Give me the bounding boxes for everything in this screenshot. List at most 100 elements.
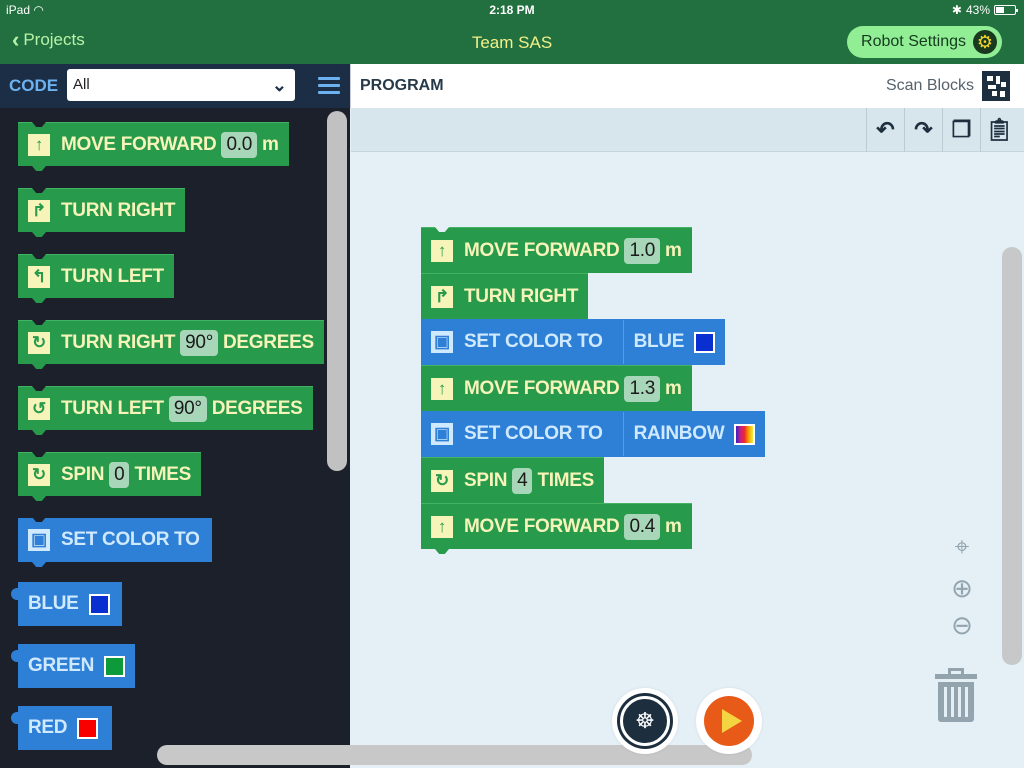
- palette-block-turn-left[interactable]: ↰ TURN LEFT: [18, 254, 174, 303]
- paint-bucket-icon: ▣: [431, 423, 453, 445]
- canvas-vertical-scrollbar[interactable]: [1002, 247, 1022, 665]
- program-block-spin[interactable]: ↻ SPIN 4 TIMES: [421, 457, 604, 503]
- undo-button[interactable]: ↶: [866, 108, 904, 152]
- spin-icon: ↻: [28, 463, 50, 486]
- block-label: SET COLOR TO: [464, 423, 603, 444]
- block-label: SPIN: [61, 463, 105, 485]
- paste-button[interactable]: 📋︎: [980, 108, 1018, 152]
- chevron-down-icon: ⌄: [271, 75, 287, 95]
- copy-button[interactable]: ❐: [942, 108, 980, 152]
- color-swatch-blue: [694, 331, 716, 353]
- zoom-out-button[interactable]: ⊖: [945, 610, 979, 641]
- sidebar-header: CODE All ⌄: [0, 64, 350, 108]
- status-time: 2:18 PM: [489, 3, 535, 17]
- unit-label: m: [664, 239, 682, 261]
- zoom-in-icon: ⊕: [951, 573, 973, 603]
- gear-icon: ⚙: [973, 30, 997, 54]
- arrow-up-icon: ↑: [431, 239, 453, 262]
- category-filter-select[interactable]: All ⌄: [67, 69, 295, 101]
- zoom-in-button[interactable]: ⊕: [945, 573, 979, 604]
- program-block-move-forward[interactable]: ↑ MOVE FORWARD 1.3 m: [421, 365, 692, 411]
- block-label: MOVE FORWARD: [464, 515, 620, 537]
- palette-block-blue[interactable]: BLUE: [11, 582, 122, 626]
- distance-field[interactable]: 0.0: [221, 131, 257, 158]
- color-swatch-red: [77, 717, 99, 739]
- battery-percent: 43%: [965, 3, 990, 17]
- unit-label: m: [664, 515, 682, 537]
- block-label: TURN RIGHT: [61, 199, 176, 221]
- arrow-up-icon: ↑: [431, 515, 453, 538]
- code-palette-sidebar: CODE All ⌄ ↑ MOVE FORWARD 0.0 m ↱ TURN R…: [0, 64, 350, 768]
- hamburger-menu-icon[interactable]: [318, 77, 340, 95]
- turn-right-icon: ↱: [28, 199, 50, 222]
- block-label: BLUE: [28, 593, 79, 614]
- distance-field[interactable]: 0.4: [624, 513, 660, 540]
- palette-block-turn-left-degrees[interactable]: ↺ TURN LEFT 90° DEGREES: [18, 386, 313, 435]
- scan-blocks-button[interactable]: Scan Blocks: [886, 71, 1010, 101]
- block-label: TURN RIGHT: [61, 331, 176, 353]
- unit-label: m: [261, 133, 279, 155]
- play-icon: [704, 696, 754, 746]
- filter-value: All: [73, 76, 90, 93]
- degrees-field[interactable]: 90°: [180, 329, 218, 356]
- unit-label: DEGREES: [223, 331, 314, 353]
- color-value-label[interactable]: BLUE: [634, 331, 685, 353]
- spin-count-field[interactable]: 0: [109, 461, 130, 488]
- program-block-set-color-blue[interactable]: ▣ SET COLOR TO BLUE: [421, 319, 726, 365]
- clipboard-icon: 📋︎: [985, 117, 1014, 142]
- copy-icon: ❐: [951, 117, 972, 142]
- block-label: MOVE FORWARD: [464, 377, 620, 399]
- block-label: TURN RIGHT: [464, 285, 579, 307]
- sidebar-scrollbar[interactable]: [327, 111, 347, 471]
- block-label: MOVE FORWARD: [61, 133, 217, 155]
- palette-block-turn-right-degrees[interactable]: ↻ TURN RIGHT 90° DEGREES: [18, 320, 324, 369]
- turn-left-icon: ↰: [28, 265, 50, 288]
- battery-icon: [994, 5, 1018, 15]
- rotate-left-icon: ↺: [28, 397, 50, 420]
- block-label: RED: [28, 717, 68, 738]
- play-program-button[interactable]: [696, 688, 762, 754]
- top-nav-bar: iPad ◠ 2:18 PM ✱ 43% ‹ Projects Team SAS…: [0, 0, 1024, 64]
- robot-settings-button[interactable]: Robot Settings ⚙: [847, 26, 1002, 58]
- palette-block-green[interactable]: GREEN: [11, 644, 135, 688]
- program-block-move-forward[interactable]: ↑ MOVE FORWARD 0.4 m: [421, 503, 692, 554]
- arrow-up-icon: ↑: [28, 133, 50, 156]
- block-label: GREEN: [28, 655, 95, 676]
- unit-label: DEGREES: [211, 397, 303, 419]
- palette-block-spin[interactable]: ↻ SPIN 0 TIMES: [18, 452, 201, 501]
- scan-blocks-label: Scan Blocks: [885, 77, 974, 94]
- redo-button[interactable]: ↷: [904, 108, 942, 152]
- steering-wheel-icon: ☸: [620, 696, 670, 746]
- palette-block-move-forward[interactable]: ↑ MOVE FORWARD 0.0 m: [18, 122, 289, 171]
- code-label: CODE: [9, 76, 59, 95]
- trash-icon[interactable]: [935, 668, 977, 724]
- status-right: ✱ 43%: [952, 3, 1018, 17]
- block-label: SPIN: [464, 469, 508, 491]
- color-swatch-green: [104, 655, 125, 677]
- program-block-set-color-rainbow[interactable]: ▣ SET COLOR TO RAINBOW: [421, 411, 766, 457]
- program-toolbar: ↶ ↷ ❐ 📋︎: [351, 108, 1024, 152]
- unit-label: TIMES: [134, 463, 191, 485]
- undo-icon: ↶: [876, 117, 895, 142]
- color-swatch-rainbow: [734, 423, 756, 445]
- block-label: SET COLOR TO: [61, 529, 200, 550]
- recenter-button[interactable]: ⌖: [945, 531, 979, 563]
- paint-bucket-icon: ▣: [28, 529, 50, 551]
- drive-remote-button[interactable]: ☸: [612, 688, 678, 754]
- degrees-field[interactable]: 90°: [168, 395, 207, 422]
- program-canvas[interactable]: ↑ MOVE FORWARD 1.0 m ↱ TURN RIGHT ▣ SET …: [351, 152, 1024, 768]
- palette-block-red[interactable]: RED: [11, 706, 112, 750]
- program-block-turn-right[interactable]: ↱ TURN RIGHT: [421, 273, 589, 319]
- distance-field[interactable]: 1.3: [624, 375, 660, 402]
- distance-field[interactable]: 1.0: [624, 237, 660, 264]
- program-block-move-forward[interactable]: ↑ MOVE FORWARD 1.0 m: [421, 227, 692, 273]
- spin-count-field[interactable]: 4: [512, 467, 533, 494]
- block-label: SET COLOR TO: [464, 331, 603, 352]
- unit-label: TIMES: [537, 469, 594, 491]
- palette-block-turn-right[interactable]: ↱ TURN RIGHT: [18, 188, 186, 237]
- block-label: MOVE FORWARD: [464, 239, 620, 261]
- color-value-label[interactable]: RAINBOW: [634, 423, 725, 445]
- rotate-right-icon: ↻: [28, 331, 50, 354]
- palette-block-set-color[interactable]: ▣ SET COLOR TO: [18, 517, 212, 567]
- program-header: PROGRAM Scan Blocks: [350, 64, 1024, 108]
